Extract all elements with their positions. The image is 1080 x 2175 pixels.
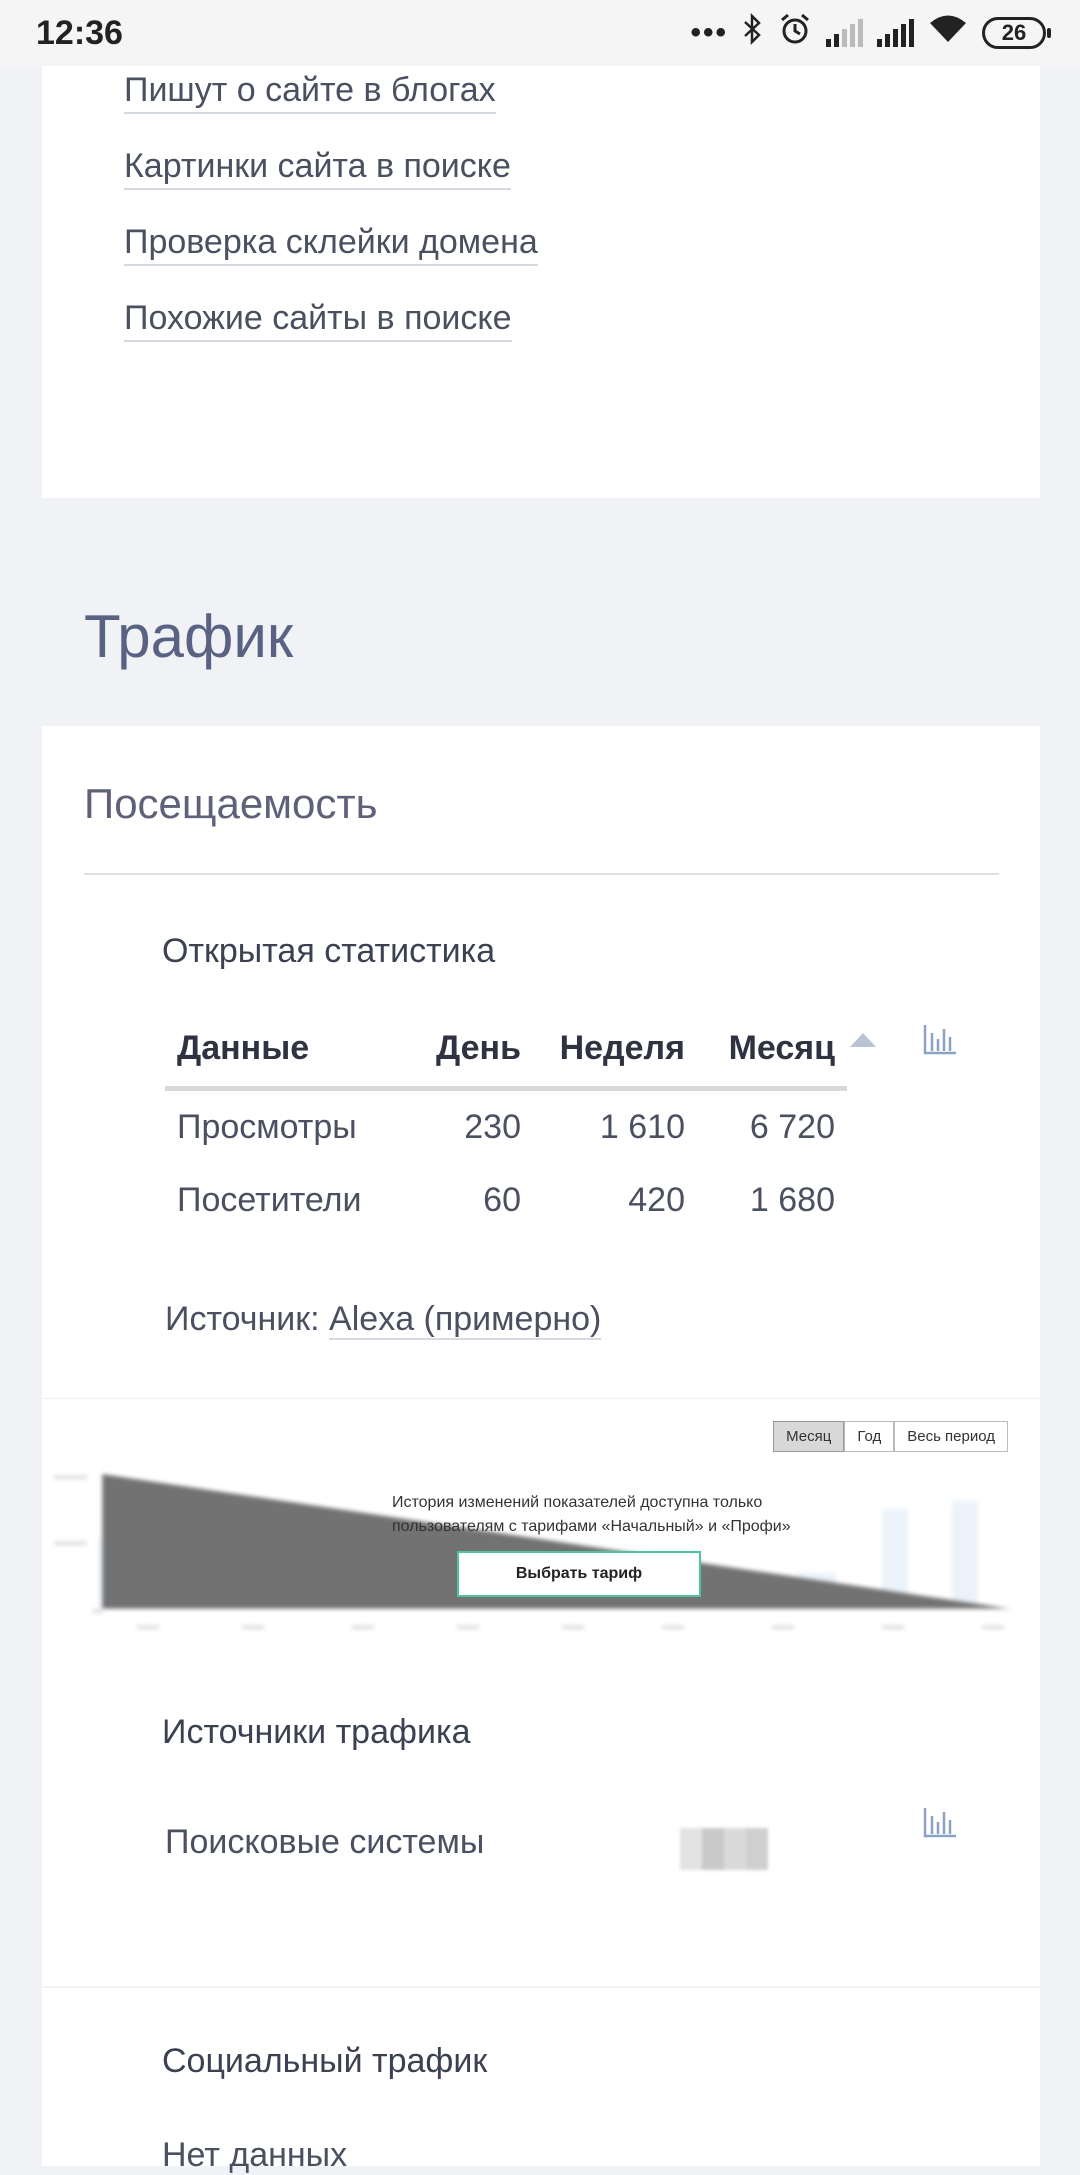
views-month: 6 720: [749, 1108, 835, 1146]
open-stats-title: Открытая статистика: [162, 932, 496, 970]
svg-text:▬: ▬: [92, 1604, 103, 1616]
visitors-month: 1 680: [749, 1181, 835, 1219]
svg-text:▬▬: ▬▬: [882, 1620, 904, 1632]
divider: [42, 1986, 1040, 1988]
svg-text:▬▬: ▬▬: [137, 1620, 159, 1632]
blurred-value: [680, 1828, 768, 1870]
battery-icon: 26: [982, 17, 1051, 49]
social-no-data: Нет данных: [162, 2136, 348, 2174]
paywall-notice: История изменений показателей доступна т…: [392, 1491, 791, 1539]
link-images[interactable]: Картинки сайта в поиске: [124, 146, 511, 190]
source-prefix: Источник:: [165, 1300, 320, 1338]
social-traffic-title: Социальный трафик: [162, 2042, 488, 2080]
link-similar-sites[interactable]: Похожие сайты в поиске: [124, 298, 512, 342]
svg-text:▬▬: ▬▬: [772, 1620, 794, 1632]
alarm-icon: [778, 12, 812, 54]
bar-chart-icon[interactable]: [923, 1023, 957, 1055]
row-label-visitors: Посетители: [177, 1181, 362, 1219]
views-day: 230: [464, 1108, 521, 1146]
more-notifications-icon: •••: [690, 16, 728, 49]
source-alexa-link[interactable]: Alexa (примерно): [329, 1300, 602, 1340]
svg-text:▬▬: ▬▬: [662, 1620, 684, 1632]
status-bar: 12:36 ••• 26: [0, 0, 1080, 66]
choose-tariff-button[interactable]: Выбрать тариф: [457, 1551, 701, 1597]
attendance-title: Посещаемость: [84, 780, 378, 827]
history-chart: ▬▬▬ ▬▬▬ ▬ ▬▬ ▬▬ ▬▬ ▬▬ ▬▬ ▬▬ ▬▬ ▬▬ ▬▬ Месяц Год В…: [42, 1398, 1040, 1649]
notice-line-2: пользователям с тарифами «Начальный» и «…: [392, 1518, 791, 1535]
svg-text:▬▬: ▬▬: [982, 1620, 1004, 1632]
col-header-month[interactable]: Месяц: [697, 1010, 847, 1091]
visitors-week: 420: [628, 1181, 685, 1219]
svg-text:▬▬▬: ▬▬▬: [54, 1470, 87, 1482]
table-row: Просмотры 230 1 610 6 720: [165, 1089, 847, 1165]
svg-text:▬▬▬: ▬▬▬: [54, 1536, 87, 1548]
period-month-button[interactable]: Месяц: [773, 1421, 845, 1452]
period-all-button[interactable]: Весь период: [894, 1421, 1008, 1452]
status-icons: ••• 26: [690, 12, 1051, 54]
col-header-data[interactable]: Данные: [165, 1010, 419, 1091]
bar-chart-icon[interactable]: [923, 1806, 957, 1838]
col-header-day[interactable]: День: [419, 1010, 533, 1091]
signal-sim2-icon: [877, 19, 914, 47]
svg-text:▬▬: ▬▬: [242, 1620, 264, 1632]
col-header-week[interactable]: Неделя: [533, 1010, 697, 1091]
notice-line-1: История изменений показателей доступна т…: [392, 1494, 763, 1511]
status-time: 12:36: [36, 13, 123, 52]
traffic-sources-title: Источники трафика: [162, 1713, 471, 1751]
wifi-icon: [928, 14, 968, 52]
svg-text:▬▬: ▬▬: [457, 1620, 479, 1632]
stats-table: Данные День Неделя Месяц Просмотры 230 1…: [165, 1010, 847, 1237]
period-year-button[interactable]: Год: [844, 1421, 895, 1452]
sort-ascending-icon[interactable]: [850, 1033, 876, 1047]
link-blogs[interactable]: Пишут о сайте в блогах: [124, 70, 496, 114]
divider: [84, 873, 999, 875]
table-row: Посетители 60 420 1 680: [165, 1164, 847, 1237]
period-toggle: Месяц Год Весь период: [773, 1421, 1008, 1452]
svg-text:▬▬: ▬▬: [352, 1620, 374, 1632]
link-domain-gluing[interactable]: Проверка склейки домена: [124, 222, 538, 266]
svg-text:▬▬: ▬▬: [562, 1620, 584, 1632]
source-line: Источник: Alexa (примерно): [165, 1300, 602, 1340]
row-label-views: Просмотры: [177, 1108, 357, 1146]
bluetooth-icon: [742, 12, 764, 53]
section-title-traffic: Трафик: [84, 603, 294, 670]
search-engines-label: Поисковые системы: [165, 1823, 485, 1861]
views-week: 1 610: [599, 1108, 685, 1146]
table-header-row: Данные День Неделя Месяц: [165, 1010, 847, 1091]
visitors-day: 60: [483, 1181, 521, 1219]
signal-sim1-icon: [826, 19, 863, 47]
